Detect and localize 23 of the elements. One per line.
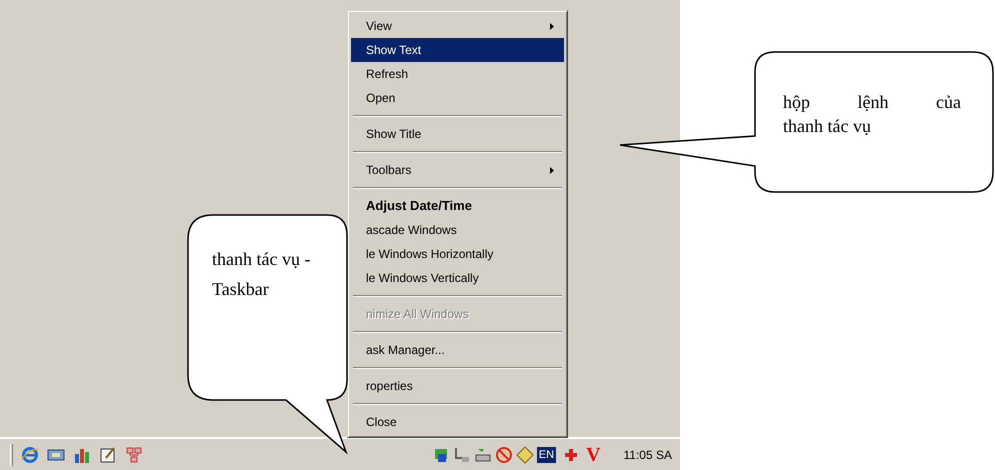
callout-text: thanh tác vụ - <box>212 248 310 271</box>
cross-icon[interactable] <box>563 446 580 462</box>
blocked-icon[interactable] <box>494 446 513 464</box>
menu-item[interactable]: Open <box>351 86 564 110</box>
callout-text: thanh tác vụ <box>783 115 871 138</box>
menu-item[interactable]: le Windows Vertically <box>351 266 564 290</box>
menu-item[interactable]: roperties <box>351 374 564 398</box>
browser-icon[interactable] <box>21 446 39 464</box>
menu-item[interactable]: ascade Windows <box>351 218 564 242</box>
callout-text: Taskbar <box>212 278 269 301</box>
menu-item[interactable]: Close <box>351 410 564 434</box>
clock[interactable]: 11:05 SA <box>624 446 672 464</box>
menu-item[interactable]: View <box>351 14 564 38</box>
menu-item[interactable]: Show Text <box>351 38 564 62</box>
callout-text: hộp lệnh của <box>783 91 961 114</box>
menu-item[interactable]: Adjust Date/Time <box>351 194 564 218</box>
menu-item[interactable]: Show Title <box>351 122 564 146</box>
menu-item[interactable]: Toolbars <box>351 158 564 182</box>
language-indicator[interactable]: EN <box>536 446 556 462</box>
notepad-icon[interactable] <box>99 446 117 464</box>
menu-item[interactable]: ask Manager... <box>351 338 564 362</box>
menu-item[interactable]: le Windows Horizontally <box>351 242 564 266</box>
menu-item[interactable]: Refresh <box>351 62 564 86</box>
